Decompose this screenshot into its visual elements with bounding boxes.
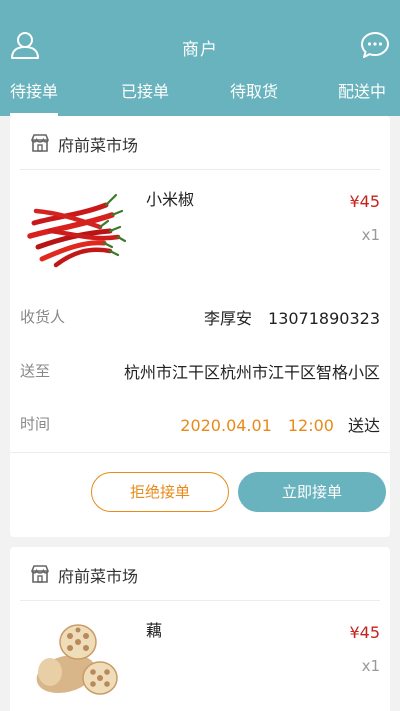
divider: [10, 452, 390, 453]
app-header: 商户 待接单 已接单 待取货 配送中: [0, 0, 400, 116]
chat-bubble-icon[interactable]: [360, 30, 390, 60]
reject-order-button[interactable]: 拒绝接单: [91, 472, 229, 512]
product-image-lotus-root: [20, 612, 130, 708]
accept-order-button[interactable]: 立即接单: [238, 472, 386, 512]
product-name: 小米椒: [146, 190, 195, 209]
delivery-time-value: 2020.04.01 12:00: [180, 416, 334, 435]
page-title: 商户: [182, 40, 218, 60]
receiver-label: 收货人: [20, 308, 66, 326]
product-quantity: x1: [361, 226, 380, 244]
product-image-chili: [20, 181, 130, 277]
store-icon: [31, 565, 49, 583]
time-label: 时间: [20, 415, 51, 433]
shop-name: 府前菜市场: [58, 136, 139, 155]
tab-accepted[interactable]: 已接单: [121, 78, 169, 102]
divider: [20, 600, 380, 601]
product-price: ¥45: [349, 192, 380, 211]
product-name: 藕: [146, 621, 163, 640]
divider: [20, 169, 380, 170]
receiver-value: 李厚安 13071890323: [204, 309, 380, 328]
delivery-time-suffix: 送达: [347, 416, 380, 435]
order-card: 府前菜市场 藕 ¥45 x1: [10, 547, 390, 711]
order-card: 府前菜市场 小米椒 ¥45 x1 收货人 李厚安 13071890323 送至 …: [10, 116, 390, 537]
address-value: 杭州市江干区杭州市江干区智格小区: [123, 363, 380, 382]
product-quantity: x1: [361, 657, 380, 675]
shop-header: 府前菜市场: [10, 547, 390, 601]
tab-pending[interactable]: 待接单: [10, 78, 59, 116]
shop-name: 府前菜市场: [58, 567, 139, 586]
shop-header: 府前菜市场: [10, 116, 390, 170]
address-label: 送至: [20, 362, 51, 380]
store-icon: [31, 134, 49, 152]
tab-delivering[interactable]: 配送中: [338, 78, 386, 102]
tab-awaiting-pickup[interactable]: 待取货: [230, 78, 278, 102]
order-status-tabs: 待接单 已接单 待取货 配送中: [0, 78, 400, 116]
product-price: ¥45: [349, 623, 380, 642]
